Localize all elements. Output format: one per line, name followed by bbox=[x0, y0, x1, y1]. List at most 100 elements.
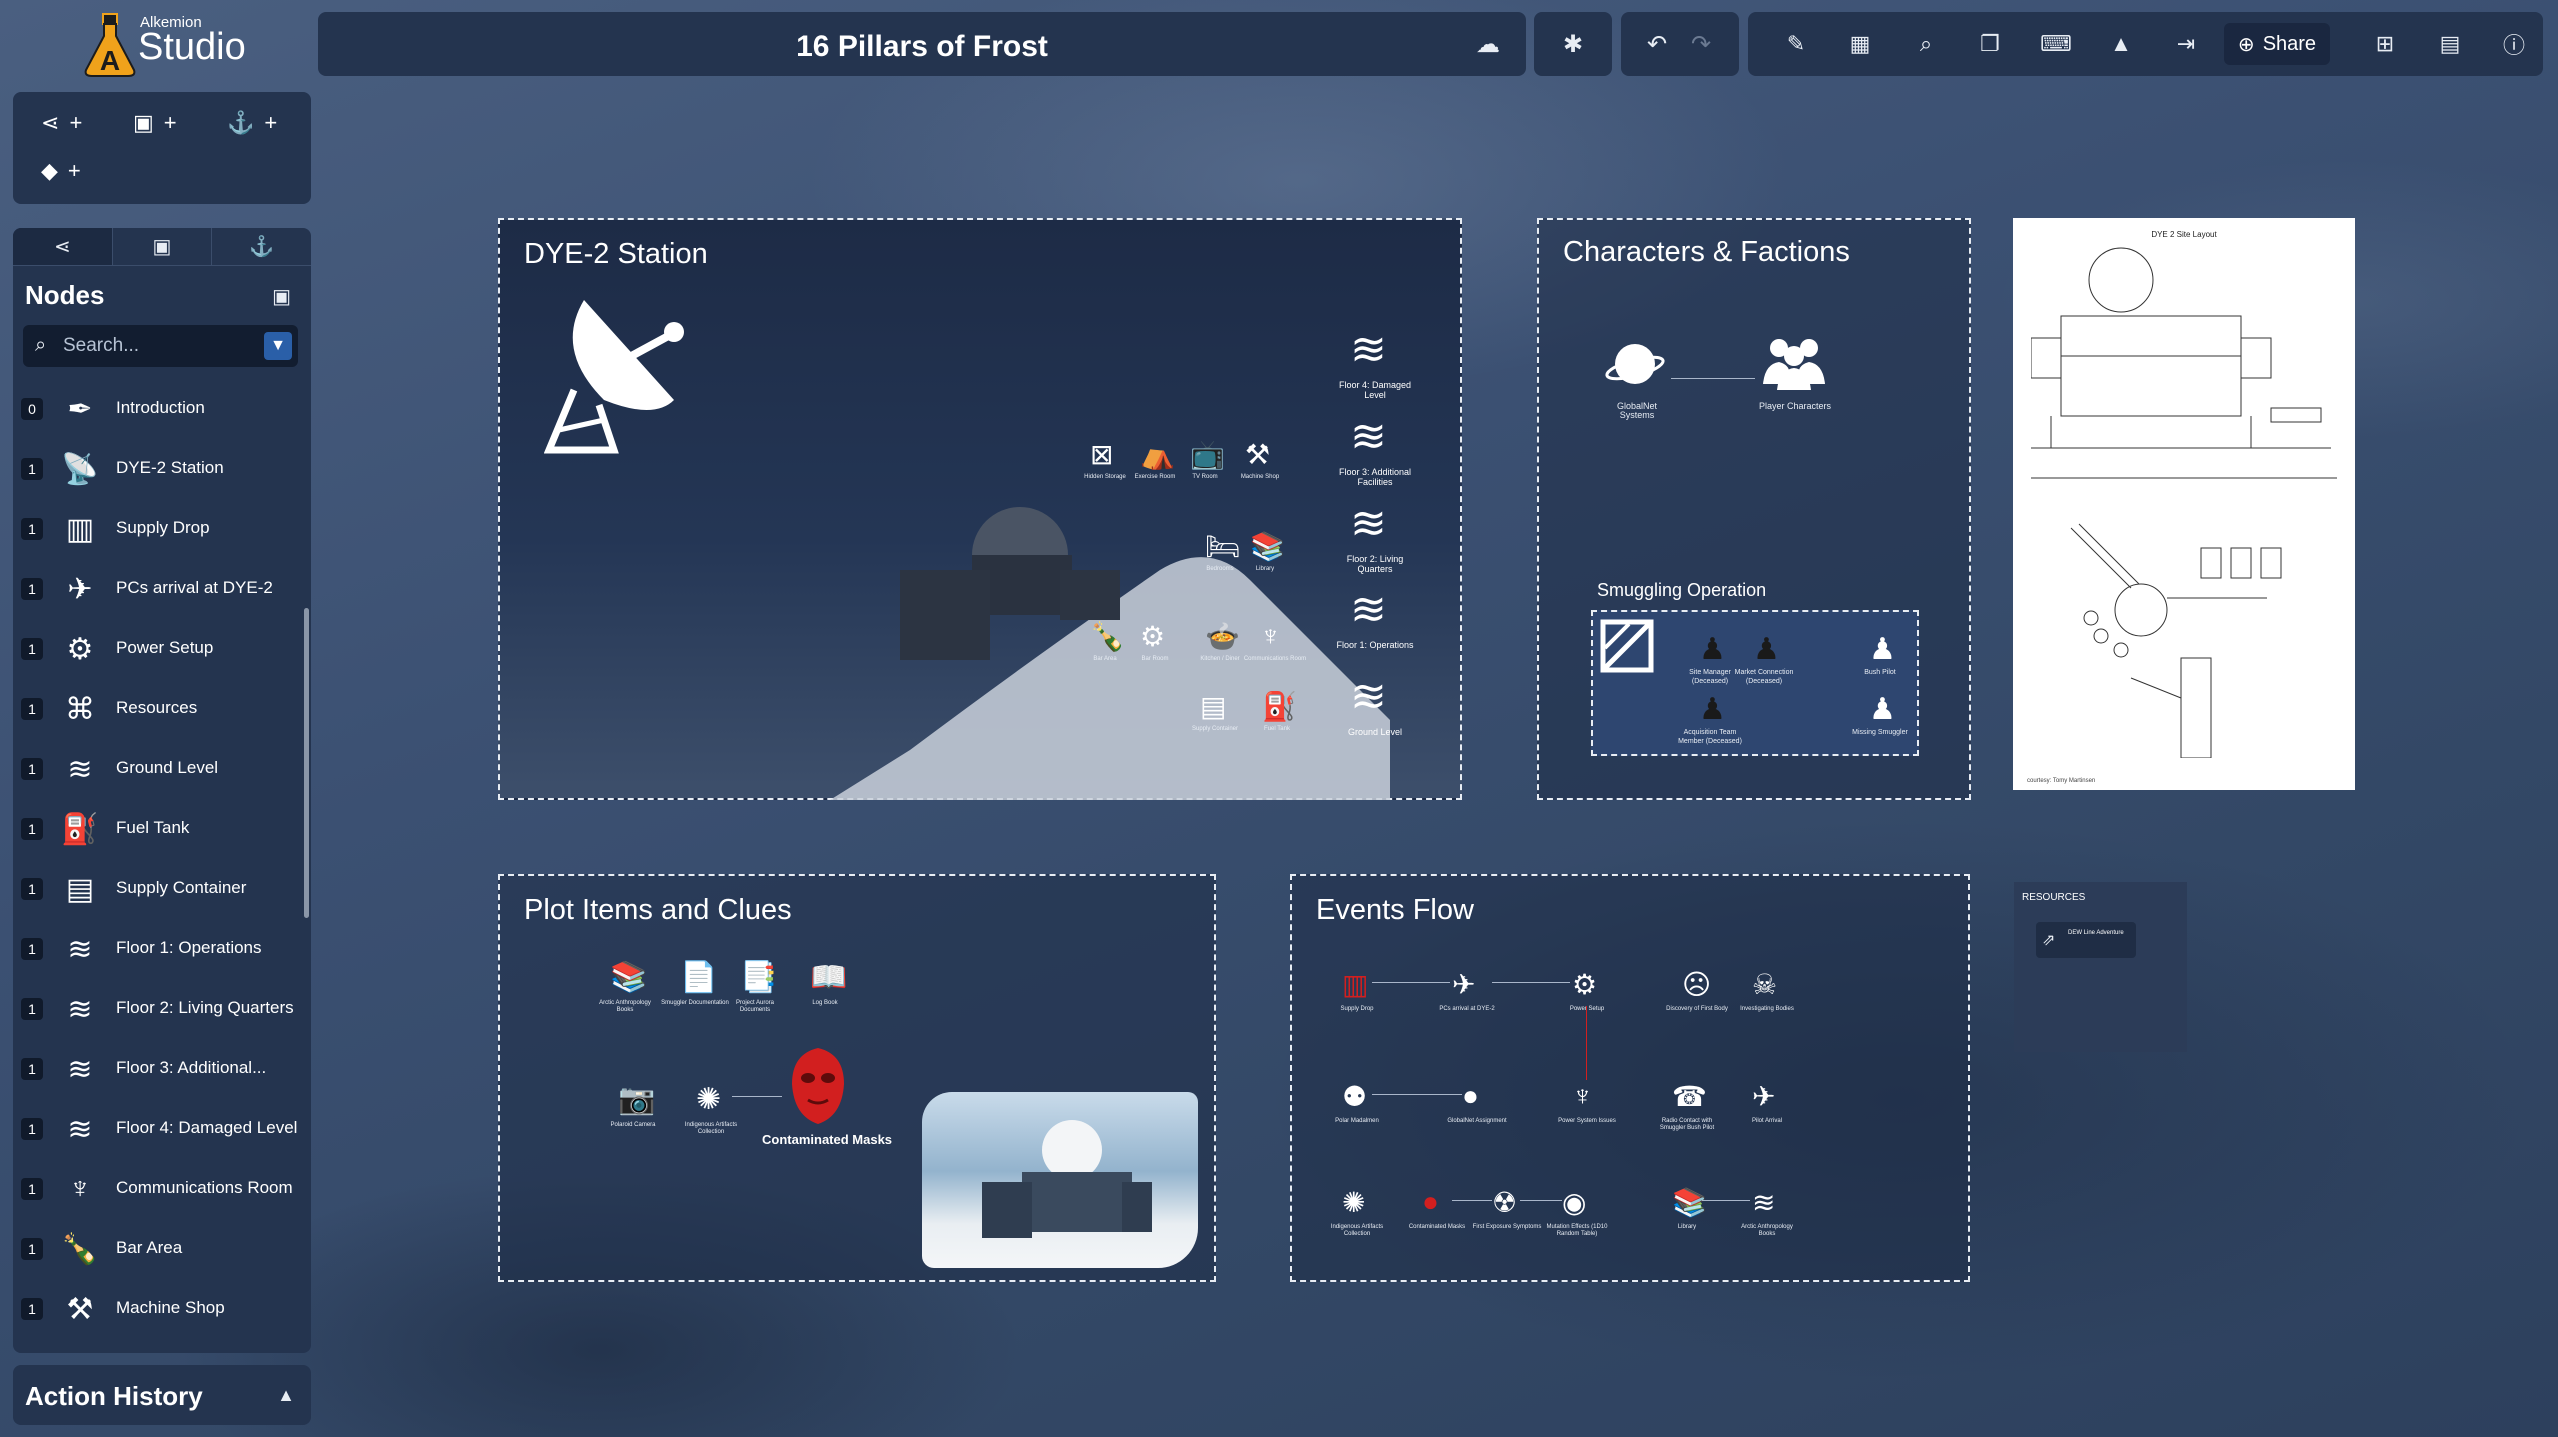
red-mask-icon[interactable] bbox=[788, 1046, 848, 1126]
room-icon[interactable]: 🍾 bbox=[1090, 620, 1125, 653]
event-icon[interactable]: ● bbox=[1462, 1080, 1479, 1112]
plot-item-icon[interactable]: 📷 bbox=[618, 1082, 655, 1117]
sidebar-node-item[interactable]: 1 ≋ Ground Level bbox=[13, 738, 303, 798]
layers-icon[interactable]: ≋ bbox=[1350, 588, 1387, 632]
layers-icon[interactable]: ≋ bbox=[1350, 502, 1387, 546]
sidebar-node-item[interactable]: 1 ⛽ Fuel Tank bbox=[13, 798, 303, 858]
add-anchor-button[interactable]: ⚓ + bbox=[227, 110, 277, 136]
project-title[interactable]: 16 Pillars of Frost bbox=[318, 30, 1346, 64]
copy-icon[interactable]: ❐ bbox=[1970, 24, 2010, 64]
sidebar-node-item[interactable]: 1 🍾 Bar Area bbox=[13, 1218, 303, 1278]
group-smuggling-operation[interactable]: ♟ Site Manager (Deceased) ♟ Market Conne… bbox=[1591, 610, 1919, 756]
group-plot-items[interactable]: Plot Items and Clues 📚 Arctic Anthropolog… bbox=[498, 874, 1216, 1282]
sidebar-node-item[interactable]: 1 ⚙ Power Setup bbox=[13, 618, 303, 678]
sidebar-node-item[interactable]: 1 📡 DYE-2 Station bbox=[13, 438, 303, 498]
sidebar-node-item[interactable]: 1 ≋ Floor 1: Operations bbox=[13, 918, 303, 978]
event-icon[interactable]: ☎ bbox=[1672, 1080, 1707, 1113]
layers-icon[interactable]: ≋ bbox=[1350, 675, 1387, 719]
station-photo[interactable] bbox=[922, 1092, 1198, 1268]
keyboard-icon[interactable]: ⌨ bbox=[2036, 24, 2076, 64]
room-icon[interactable]: ♆ bbox=[1260, 620, 1281, 652]
event-icon[interactable]: ✈ bbox=[1752, 1080, 1775, 1113]
event-icon[interactable]: ⚉ bbox=[1342, 1080, 1367, 1113]
room-icon[interactable]: ▤ bbox=[1200, 690, 1226, 723]
add-image-button[interactable]: ▣ + bbox=[133, 110, 177, 136]
room-icon[interactable]: 🍲 bbox=[1205, 620, 1240, 653]
event-icon[interactable]: ✺ bbox=[1342, 1186, 1365, 1219]
plot-item-icon[interactable]: 📄 bbox=[680, 960, 717, 995]
share-button[interactable]: ⊕ Share bbox=[2224, 23, 2330, 65]
sidebar-node-item[interactable]: 1 ⌘ Resources bbox=[13, 678, 303, 738]
sidebar-node-item[interactable]: 0 ✒ Introduction bbox=[13, 378, 303, 438]
sidebar-node-item[interactable]: 1 ≋ Floor 4: Damaged Level bbox=[13, 1098, 303, 1158]
grid-icon[interactable]: ⊞ bbox=[2365, 24, 2405, 64]
event-icon[interactable]: ✈ bbox=[1452, 968, 1475, 1001]
table-icon[interactable]: ▦ bbox=[1840, 24, 1880, 64]
app-logo[interactable]: A Alkemion Studio bbox=[82, 10, 302, 80]
sidebar-node-item[interactable]: 1 ⚒ Machine Shop bbox=[13, 1278, 303, 1338]
search-icon[interactable]: ⌕ bbox=[1906, 24, 1946, 64]
group-events-flow[interactable]: Events Flow ▥ Supply Drop ✈ PCs arrival at … bbox=[1290, 874, 1970, 1282]
resource-link[interactable]: ⇗ DEW Line Adventure bbox=[2036, 922, 2136, 958]
tab-nodes[interactable]: ⋖ bbox=[13, 228, 113, 266]
info-icon[interactable]: ⓘ bbox=[2494, 24, 2534, 64]
room-icon[interactable]: 📺 bbox=[1190, 438, 1225, 471]
book-icon[interactable]: ▤ bbox=[2430, 24, 2470, 64]
room-icon[interactable]: ⛽ bbox=[1262, 690, 1297, 723]
sidebar-node-item[interactable]: 1 ✈ PCs arrival at DYE-2 bbox=[13, 558, 303, 618]
room-icon[interactable]: ⚙ bbox=[1140, 620, 1165, 653]
room-icon[interactable]: ⚒ bbox=[1245, 438, 1270, 471]
sidebar-node-item[interactable]: 1 ▤ Supply Container bbox=[13, 858, 303, 918]
room-icon[interactable]: 📚 bbox=[1250, 530, 1285, 563]
event-icon[interactable]: ⚙ bbox=[1572, 968, 1597, 1001]
sidebar-node-item[interactable]: 1 ≋ Floor 3: Additional... bbox=[13, 1038, 303, 1098]
layers-icon[interactable]: ≋ bbox=[1350, 415, 1387, 459]
tab-images[interactable]: ▣ bbox=[112, 228, 213, 266]
bug-off-icon[interactable]: ✱ bbox=[1553, 24, 1593, 64]
chevron-up-icon[interactable]: ▲ bbox=[277, 1385, 295, 1406]
sidebar-node-item[interactable]: 1 ♆ Communications Room bbox=[13, 1158, 303, 1218]
tab-anchors[interactable]: ⚓ bbox=[212, 228, 311, 266]
undo-icon[interactable]: ↶ bbox=[1637, 24, 1677, 64]
group-characters-factions[interactable]: Characters & Factions GlobalNet Systems … bbox=[1537, 218, 1971, 800]
cloud-check-icon[interactable]: ☁ bbox=[1468, 24, 1508, 64]
add-node-button[interactable]: ⋖ + bbox=[41, 110, 82, 136]
scrollbar[interactable] bbox=[304, 608, 309, 918]
search-input[interactable] bbox=[63, 325, 253, 367]
event-icon[interactable]: ☹ bbox=[1682, 968, 1711, 1001]
node-count-badge: 1 bbox=[21, 1298, 43, 1320]
resources-card[interactable]: RESOURCES ⇗ DEW Line Adventure bbox=[2014, 882, 2187, 1052]
event-icon[interactable]: ☢ bbox=[1492, 1186, 1517, 1219]
group-dye2-station[interactable]: DYE-2 Station ≋ Floor 4: Damaged Level ≋ Fl… bbox=[498, 218, 1462, 800]
room-icon[interactable]: 🛏 bbox=[1205, 530, 1241, 563]
sidebar-node-item[interactable]: 1 ▥ Supply Drop bbox=[13, 498, 303, 558]
users-icon[interactable] bbox=[1759, 334, 1829, 390]
action-history-panel[interactable]: Action History ▲ bbox=[13, 1365, 311, 1425]
event-icon[interactable]: ● bbox=[1422, 1186, 1439, 1218]
plot-item-icon[interactable]: 📑 bbox=[740, 960, 777, 995]
export-icon[interactable]: ⇥ bbox=[2166, 24, 2206, 64]
plot-item-icon[interactable]: 📚 bbox=[610, 960, 647, 995]
sidebar-node-item[interactable]: 1 ≋ Floor 2: Living Quarters bbox=[13, 978, 303, 1038]
event-icon[interactable]: ♆ bbox=[1572, 1080, 1593, 1112]
layers-icon[interactable]: ≋ bbox=[1350, 328, 1387, 372]
planet-icon[interactable] bbox=[1605, 338, 1665, 390]
event-icon[interactable]: ◉ bbox=[1562, 1186, 1586, 1219]
shapes-icon[interactable]: ▲ bbox=[2101, 24, 2141, 64]
add-shape-button[interactable]: ◆ + bbox=[41, 158, 81, 184]
room-icon[interactable]: ⊠ bbox=[1090, 438, 1113, 471]
plot-item-icon[interactable]: 📖 bbox=[810, 960, 847, 995]
event-icon[interactable]: ☠ bbox=[1752, 968, 1777, 1001]
plot-item-icon[interactable]: ✺ bbox=[696, 1082, 721, 1117]
room-icon[interactable]: ⛺ bbox=[1140, 438, 1175, 471]
image-toggle-icon[interactable]: ▣ bbox=[272, 284, 291, 309]
event-icon[interactable]: 📚 bbox=[1672, 1186, 1707, 1219]
container-icon: ▤ bbox=[65, 872, 95, 906]
event-icon[interactable]: ▥ bbox=[1342, 968, 1368, 1001]
filter-icon[interactable]: ▼ bbox=[264, 332, 292, 360]
site-layout-document[interactable]: DYE 2 Site Layout courtesy: Tomy Martins… bbox=[2013, 218, 2355, 790]
event-icon[interactable]: ≋ bbox=[1752, 1186, 1775, 1219]
node-count-badge: 1 bbox=[21, 1058, 43, 1080]
redo-icon[interactable]: ↷ bbox=[1681, 24, 1721, 64]
note-edit-icon[interactable]: ✎ bbox=[1776, 24, 1816, 64]
